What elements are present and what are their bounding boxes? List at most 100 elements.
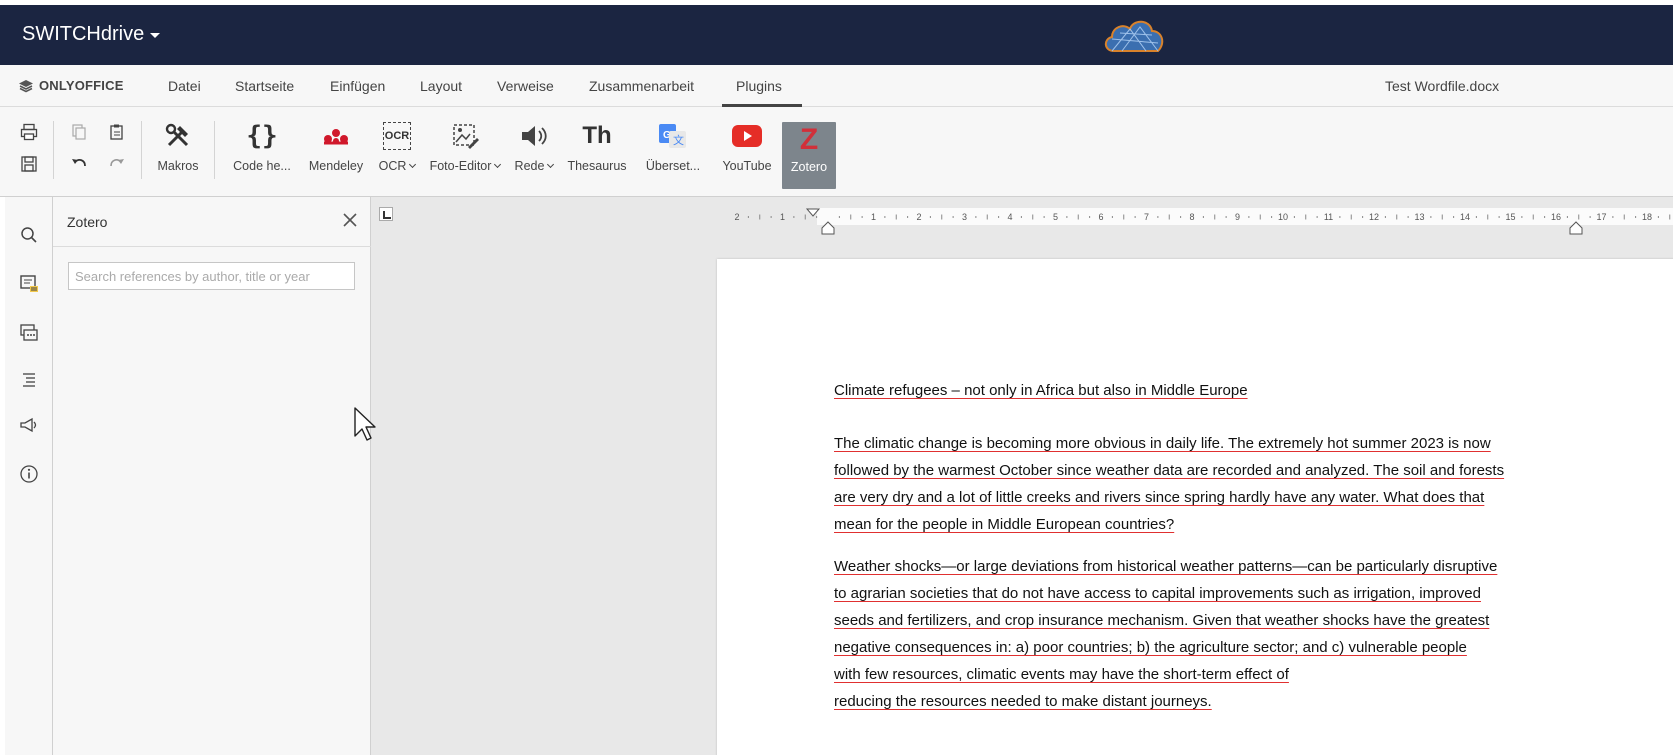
ruler-label: 9 xyxy=(1235,212,1240,222)
chevron-down-icon xyxy=(494,160,502,169)
onlyoffice-logo: ONLYOFFICE xyxy=(18,78,124,93)
ruler-label: 12 xyxy=(1369,212,1379,222)
chevron-down-icon xyxy=(547,160,555,169)
app-window: SWITCHdrive ONLYOFFICE Datei Startseite … xyxy=(0,0,1673,755)
menu-verweise[interactable]: Verweise xyxy=(497,78,554,94)
ruler-label: 14 xyxy=(1460,212,1470,222)
save-icon[interactable] xyxy=(18,153,40,175)
zotero-button[interactable]: Z Zotero xyxy=(782,122,836,189)
code-highlight-button[interactable]: {} Code he... xyxy=(226,115,298,189)
ruler-label: 10 xyxy=(1278,212,1288,222)
thesaurus-label: Thesaurus xyxy=(567,159,627,173)
paragraph-line: mean for the people in Middle European c… xyxy=(834,516,1175,533)
toolbar: Makros {} Code he... Mendeley OCR OCR Fo… xyxy=(0,107,1673,197)
doc-heading: Climate refugees – not only in Africa bu… xyxy=(834,382,1248,399)
paragraph-line: reducing the resources needed to make di… xyxy=(834,693,1212,710)
ruler-label: 17 xyxy=(1596,212,1606,222)
svg-text:文: 文 xyxy=(673,133,684,147)
comments-icon[interactable] xyxy=(18,273,40,295)
document-title: Test Wordfile.docx xyxy=(1385,78,1500,94)
toolbar-separator xyxy=(214,121,215,179)
ruler-label: 4 xyxy=(1007,212,1012,222)
layers-icon xyxy=(19,79,33,92)
ruler-label: 11 xyxy=(1324,212,1333,222)
menu-datei[interactable]: Datei xyxy=(168,78,201,94)
youtube-label: YouTube xyxy=(722,159,772,173)
info-icon[interactable] xyxy=(18,463,40,485)
menu-einfuegen[interactable]: Einfügen xyxy=(330,78,385,94)
makros-button[interactable]: Makros xyxy=(153,115,203,189)
redo-icon[interactable] xyxy=(106,153,128,175)
youtube-button[interactable]: YouTube xyxy=(717,115,777,189)
photo-editor-label: Foto-Editor xyxy=(429,159,492,173)
ocr-icon: OCR xyxy=(383,122,411,150)
brand-menu[interactable]: SWITCHdrive xyxy=(22,23,161,46)
translate-label: Überset... xyxy=(645,159,701,173)
menu-zusammenarbeit[interactable]: Zusammenarbeit xyxy=(589,78,694,94)
zotero-panel: Zotero xyxy=(53,197,371,755)
photo-editor-icon xyxy=(453,124,479,149)
zotero-label: Zotero xyxy=(790,160,828,174)
tab-stop-selector[interactable] xyxy=(379,207,393,221)
menu-bar: ONLYOFFICE Datei Startseite Einfügen Lay… xyxy=(0,65,1673,107)
ruler-label: 7 xyxy=(1144,212,1149,222)
zotero-search-input[interactable] xyxy=(68,262,355,290)
paragraph-line: The climatic change is becoming more obv… xyxy=(834,435,1491,452)
print-icon[interactable] xyxy=(18,121,40,143)
ruler-label: 6 xyxy=(1098,212,1103,222)
ruler-label: 5 xyxy=(1053,212,1058,222)
brand-name: SWITCHdrive xyxy=(22,23,145,45)
close-icon[interactable] xyxy=(340,210,360,230)
toolbar-separator xyxy=(53,121,54,179)
chat-icon[interactable] xyxy=(18,322,40,344)
chevron-down-icon xyxy=(409,160,417,169)
paste-icon[interactable] xyxy=(106,121,128,143)
mendeley-icon xyxy=(324,129,348,145)
menu-startseite[interactable]: Startseite xyxy=(235,78,294,94)
toolbar-separator xyxy=(141,121,142,179)
ocr-button[interactable]: OCR OCR xyxy=(375,115,419,189)
ruler-label: 3 xyxy=(962,212,967,222)
rede-button[interactable]: Rede xyxy=(511,115,557,189)
undo-icon[interactable] xyxy=(68,153,90,175)
zotero-panel-title: Zotero xyxy=(67,214,108,230)
makros-label: Makros xyxy=(157,159,199,173)
mendeley-button[interactable]: Mendeley xyxy=(305,115,367,189)
braces-icon: {} xyxy=(246,121,278,151)
paragraph-line: with few resources, climatic events may … xyxy=(834,666,1289,683)
translate-button[interactable]: G 文 Überset... xyxy=(638,115,708,189)
ruler-label: 13 xyxy=(1414,212,1424,222)
zotero-panel-header: Zotero xyxy=(53,197,371,247)
menu-plugins[interactable]: Plugins xyxy=(736,78,782,94)
horizontal-ruler[interactable]: 2 1 1 2 3 4 5 6 7 8 9 10 11 12 13 14 15 16 17 18 xyxy=(717,207,1673,235)
wrench-hammer-icon xyxy=(165,123,189,147)
paragraph-line: to agrarian societies that do not have a… xyxy=(834,585,1481,602)
zotero-icon: Z xyxy=(799,123,819,156)
navigation-icon[interactable] xyxy=(18,368,40,390)
document-page[interactable]: Climate refugees – not only in Africa bu… xyxy=(717,259,1673,755)
search-icon[interactable] xyxy=(18,224,40,246)
feedback-icon[interactable] xyxy=(18,414,40,436)
ruler-label: 1 xyxy=(871,212,876,222)
youtube-icon xyxy=(732,125,762,147)
code-highlight-label: Code he... xyxy=(233,159,291,173)
translate-icon: G 文 xyxy=(659,124,686,148)
mendeley-label: Mendeley xyxy=(308,159,364,173)
photo-editor-button[interactable]: Foto-Editor xyxy=(427,115,503,189)
thesaurus-button[interactable]: Th Thesaurus xyxy=(563,115,631,189)
menu-layout[interactable]: Layout xyxy=(420,78,462,94)
paragraph-line: Weather shocks—or large deviations from … xyxy=(834,558,1498,575)
speaker-icon xyxy=(522,126,547,146)
ruler-label: 2 xyxy=(734,212,739,222)
paragraph-line: followed by the warmest October since we… xyxy=(834,462,1505,479)
brand-bar: SWITCHdrive xyxy=(0,5,1673,65)
left-rail xyxy=(5,197,53,755)
copy-icon[interactable] xyxy=(68,121,90,143)
ruler-label: 16 xyxy=(1551,212,1561,222)
ocr-glyph: OCR xyxy=(384,130,410,142)
rede-label: Rede xyxy=(514,159,545,173)
ruler-label: 8 xyxy=(1189,212,1194,222)
paragraph-line: seeds and fertilizers, and crop insuranc… xyxy=(834,612,1490,629)
ocr-label: OCR xyxy=(378,159,407,173)
paragraph-line: are very dry and a lot of little creeks … xyxy=(834,489,1485,506)
